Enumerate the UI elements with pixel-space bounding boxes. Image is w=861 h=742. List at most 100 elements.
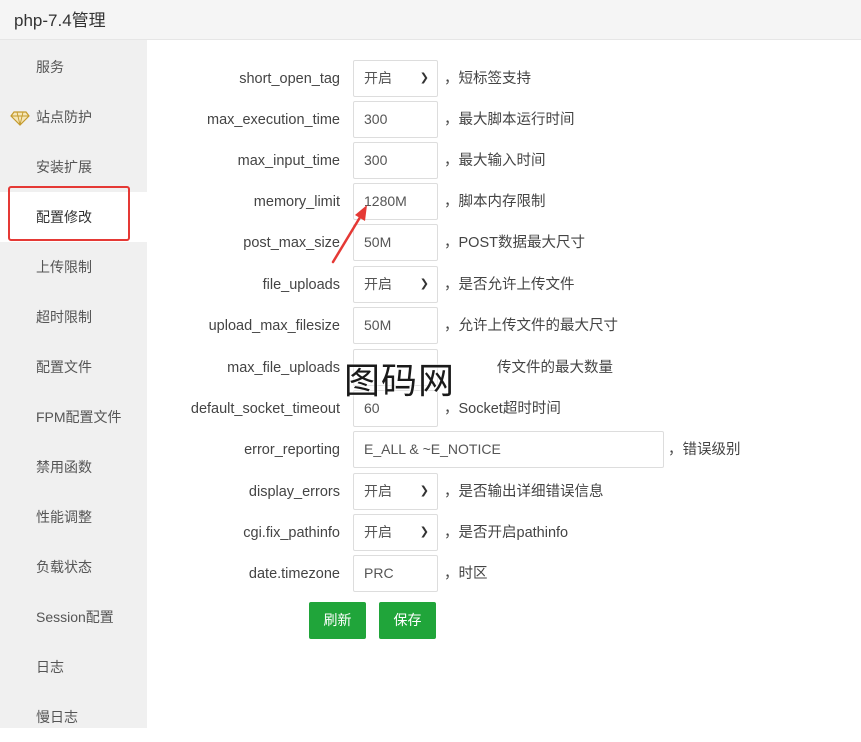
config-label: upload_max_filesize [208,318,340,334]
config-label: default_socket_timeout [190,401,340,417]
config-description: ，时区 [444,566,488,582]
config-description: ，错误级别 [668,442,741,458]
sidebar-item-label: FPM配置文件 [36,409,122,425]
config-description: ，最大输入时间 [444,153,546,169]
sidebar-item-label: 站点防护 [36,109,92,125]
config-label: file_uploads [262,277,340,293]
chevron-down-icon: ❯ [419,485,429,497]
config-row-file-uploads: file_uploads 开启 ❯ ，是否允许上传文件 [150,265,850,306]
sidebar-item-disabled-functions[interactable]: 禁用函数 [0,442,147,492]
config-row-max-execution-time: max_execution_time 300 ，最大脚本运行时间 [150,100,850,141]
sidebar-item-install-extensions[interactable]: 安装扩展 [0,142,147,192]
chevron-down-icon: ❯ [419,526,429,538]
input-value: PRC [364,565,394,581]
refresh-button[interactable]: 刷新 [309,602,366,639]
date-timezone-input[interactable]: PRC [353,555,438,592]
config-row-date-timezone: date.timezone PRC ，时区 [150,554,850,595]
sidebar-item-label: 配置修改 [36,209,92,225]
select-value: 开启 [364,483,392,499]
input-value: 50M [364,234,392,250]
config-description: ，是否输出详细错误信息 [444,484,604,500]
config-row-memory-limit: memory_limit 1280M ，脚本内存限制 [150,182,850,223]
sidebar-item-label: 配置文件 [36,359,92,375]
config-row-error-reporting: error_reporting E_ALL & ~E_NOTICE ，错误级别 [150,430,850,471]
config-row-short-open-tag: short_open_tag 开启 ❯ ，短标签支持 [150,59,850,100]
config-description: ，POST数据最大尺寸 [444,235,585,251]
config-row-upload-max-filesize: upload_max_filesize 50M ，允许上传文件的最大尺寸 [150,306,850,347]
sidebar-item-load-status[interactable]: 负载状态 [0,542,147,592]
select-value: 开启 [364,524,392,540]
error-reporting-input[interactable]: E_ALL & ~E_NOTICE [353,431,664,468]
sidebar-item-upload-limit[interactable]: 上传限制 [0,242,147,292]
config-label: error_reporting [244,442,340,458]
max-execution-time-input[interactable]: 300 [353,101,438,138]
config-label: date.timezone [248,566,340,582]
config-description: 传文件的最大数量 [497,360,613,376]
sidebar-item-label: 日志 [36,659,64,675]
config-label: post_max_size [243,235,340,251]
sidebar-item-label: 禁用函数 [36,459,92,475]
sidebar-item-logs[interactable]: 日志 [0,642,147,692]
sidebar-item-fpm-config[interactable]: FPM配置文件 [0,392,147,442]
sidebar-item-timeout-limit[interactable]: 超时限制 [0,292,147,342]
sidebar-item-label: 负载状态 [36,559,92,575]
max-file-uploads-input[interactable] [353,349,438,386]
config-description: ，允许上传文件的最大尺寸 [444,318,618,334]
input-value: 60 [364,400,380,416]
config-label: memory_limit [253,194,340,210]
upload-max-filesize-input[interactable]: 50M [353,307,438,344]
diamond-icon [10,92,30,142]
config-label: max_file_uploads [227,360,340,376]
config-description: ，脚本内存限制 [444,194,546,210]
input-value: 300 [364,152,388,168]
sidebar-item-label: 慢日志 [36,709,78,725]
config-row-default-socket-timeout: default_socket_timeout 60 ，Socket超时时间 [150,389,850,430]
post-max-size-input[interactable]: 50M [353,224,438,261]
config-description: ，短标签支持 [444,71,531,87]
sidebar-item-performance[interactable]: 性能调整 [0,492,147,542]
chevron-down-icon: ❯ [419,278,429,290]
config-row-post-max-size: post_max_size 50M ，POST数据最大尺寸 [150,223,850,264]
window-titlebar: php-7.4管理 [0,0,861,40]
config-label: max_execution_time [207,112,340,128]
sidebar-item-label: 服务 [36,59,64,75]
config-description: ，Socket超时时间 [444,401,561,417]
sidebar-item-session-config[interactable]: Session配置 [0,592,147,642]
config-label: short_open_tag [239,71,340,87]
file-uploads-select[interactable]: 开启 ❯ [353,266,438,303]
config-description: ，是否允许上传文件 [444,277,575,293]
config-label: max_input_time [237,153,340,169]
select-value: 开启 [364,276,392,292]
input-value: E_ALL & ~E_NOTICE [364,441,501,457]
sidebar-item-label: 超时限制 [36,309,92,325]
config-label: cgi.fix_pathinfo [243,525,340,541]
config-description: ，是否开启pathinfo [444,525,569,541]
sidebar-item-config-file[interactable]: 配置文件 [0,342,147,392]
sidebar-item-label: 上传限制 [36,259,92,275]
default-socket-timeout-input[interactable]: 60 [353,390,438,427]
sidebar-item-site-protection[interactable]: 站点防护 [0,92,147,142]
sidebar-item-service[interactable]: 服务 [0,42,147,92]
sidebar: 服务 站点防护 安装扩展 配置修改 上传限制 超时限制 配置文件 FPM配置文件… [0,40,147,728]
short-open-tag-select[interactable]: 开启 ❯ [353,60,438,97]
save-button[interactable]: 保存 [379,602,436,639]
sidebar-item-label: Session配置 [36,609,114,625]
sidebar-item-label: 安装扩展 [36,159,92,175]
memory-limit-input[interactable]: 1280M [353,183,438,220]
cgi-fix-pathinfo-select[interactable]: 开启 ❯ [353,514,438,551]
config-row-display-errors: display_errors 开启 ❯ ，是否输出详细错误信息 [150,472,850,513]
sidebar-item-slow-logs[interactable]: 慢日志 [0,692,147,742]
sidebar-item-config-edit[interactable]: 配置修改 [0,192,147,242]
display-errors-select[interactable]: 开启 ❯ [353,473,438,510]
max-input-time-input[interactable]: 300 [353,142,438,179]
config-row-cgi-fix-pathinfo: cgi.fix_pathinfo 开启 ❯ ，是否开启pathinfo [150,513,850,554]
input-value: 1280M [364,193,407,209]
window-title: php-7.4管理 [14,11,106,30]
config-label: display_errors [248,484,340,500]
chevron-down-icon: ❯ [419,72,429,84]
input-value: 300 [364,111,388,127]
config-row-max-file-uploads: max_file_uploads 传文件的最大数量 [150,348,850,389]
config-description: ，最大脚本运行时间 [444,112,575,128]
input-value: 50M [364,317,392,333]
sidebar-item-label: 性能调整 [36,509,92,525]
